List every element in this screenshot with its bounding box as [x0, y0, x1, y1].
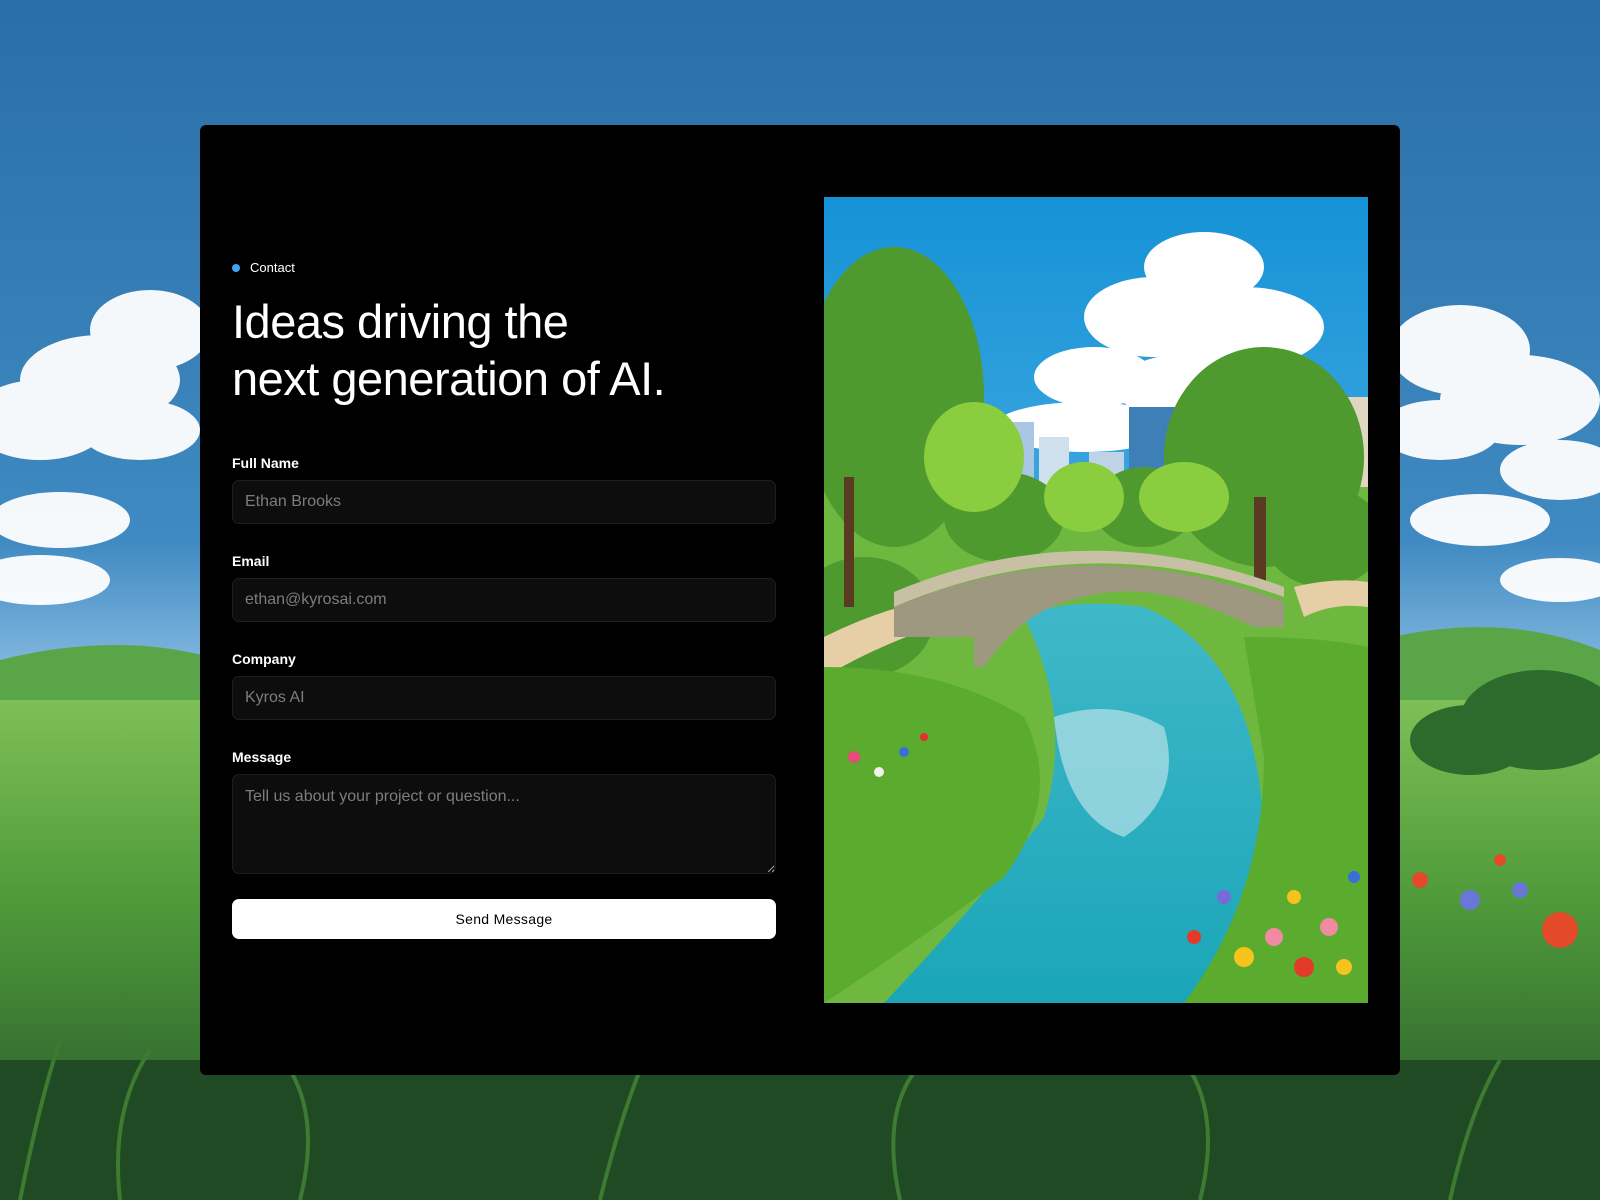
send-message-button[interactable]: Send Message — [232, 899, 776, 939]
full-name-label: Full Name — [232, 455, 299, 471]
headline-line-2: next generation of AI. — [232, 352, 666, 405]
message-textarea[interactable] — [232, 774, 776, 874]
full-name-input[interactable] — [232, 480, 776, 524]
company-label: Company — [232, 651, 296, 667]
page-title: Ideas driving the next generation of AI. — [232, 293, 792, 407]
dot-icon — [232, 263, 240, 272]
email-label: Email — [232, 553, 270, 569]
message-label: Message — [232, 749, 292, 765]
contact-card: Contact Ideas driving the next generatio… — [200, 125, 1400, 1075]
headline-line-1: Ideas driving the — [232, 295, 569, 348]
email-input[interactable] — [232, 578, 776, 622]
eyebrow: Contact — [232, 260, 295, 275]
park-scene-image — [824, 197, 1368, 1003]
eyebrow-label: Contact — [250, 260, 295, 275]
company-input[interactable] — [232, 676, 776, 720]
park-illustration — [824, 197, 1368, 1003]
